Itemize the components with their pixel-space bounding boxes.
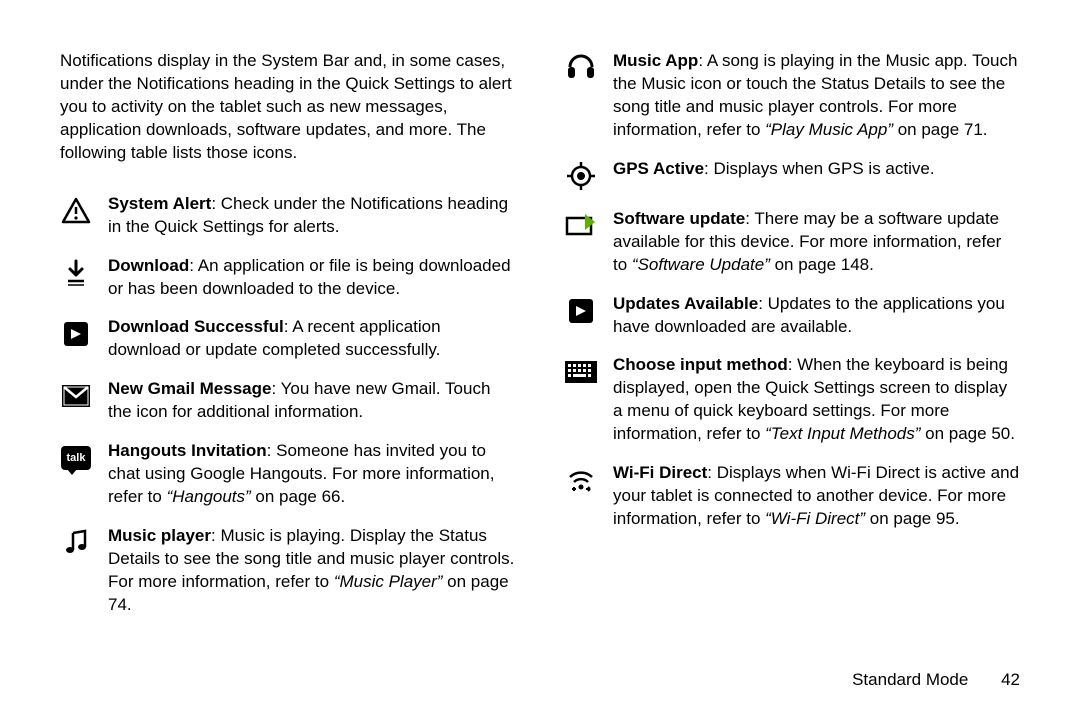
footer-section: Standard Mode: [852, 670, 968, 689]
entry-software-update: Software update: There may be a software…: [565, 208, 1020, 277]
left-column: Notifications display in the System Bar …: [60, 50, 515, 633]
intro-paragraph: Notifications display in the System Bar …: [60, 50, 515, 165]
gmail-icon: [60, 380, 92, 412]
updates-available-icon: [565, 295, 597, 327]
entry-gps: GPS Active: Displays when GPS is active.: [565, 158, 1020, 192]
entry-music-app: Music App: A song is playing in the Musi…: [565, 50, 1020, 142]
entry-updates-available: Updates Available: Updates to the applic…: [565, 293, 1020, 339]
entry-download-successful: Download Successful: A recent applicatio…: [60, 316, 515, 362]
gps-active-icon: [565, 160, 597, 192]
music-app-icon: [565, 52, 597, 84]
entry-download: Download: An application or file is bein…: [60, 255, 515, 301]
music-player-icon: [60, 527, 92, 559]
page-footer: Standard Mode 42: [852, 669, 1020, 692]
entry-system-alert: System Alert: Check under the Notificati…: [60, 193, 515, 239]
entry-wifi-direct: Wi-Fi Direct: Displays when Wi-Fi Direct…: [565, 462, 1020, 531]
right-column: Music App: A song is playing in the Musi…: [565, 50, 1020, 633]
wifi-direct-icon: [565, 464, 597, 496]
entry-gmail: New Gmail Message: You have new Gmail. T…: [60, 378, 515, 424]
footer-page-number: 42: [1001, 670, 1020, 689]
system-alert-icon: [60, 195, 92, 227]
entry-hangouts: talk Hangouts Invitation: Someone has in…: [60, 440, 515, 509]
keyboard-icon: [565, 356, 597, 388]
hangouts-icon: talk: [60, 442, 92, 474]
software-update-icon: [565, 210, 597, 242]
download-icon: [60, 257, 92, 289]
download-successful-icon: [60, 318, 92, 350]
entry-music-player: Music player: Music is playing. Display …: [60, 525, 515, 617]
entry-input-method: Choose input method: When the keyboard i…: [565, 354, 1020, 446]
